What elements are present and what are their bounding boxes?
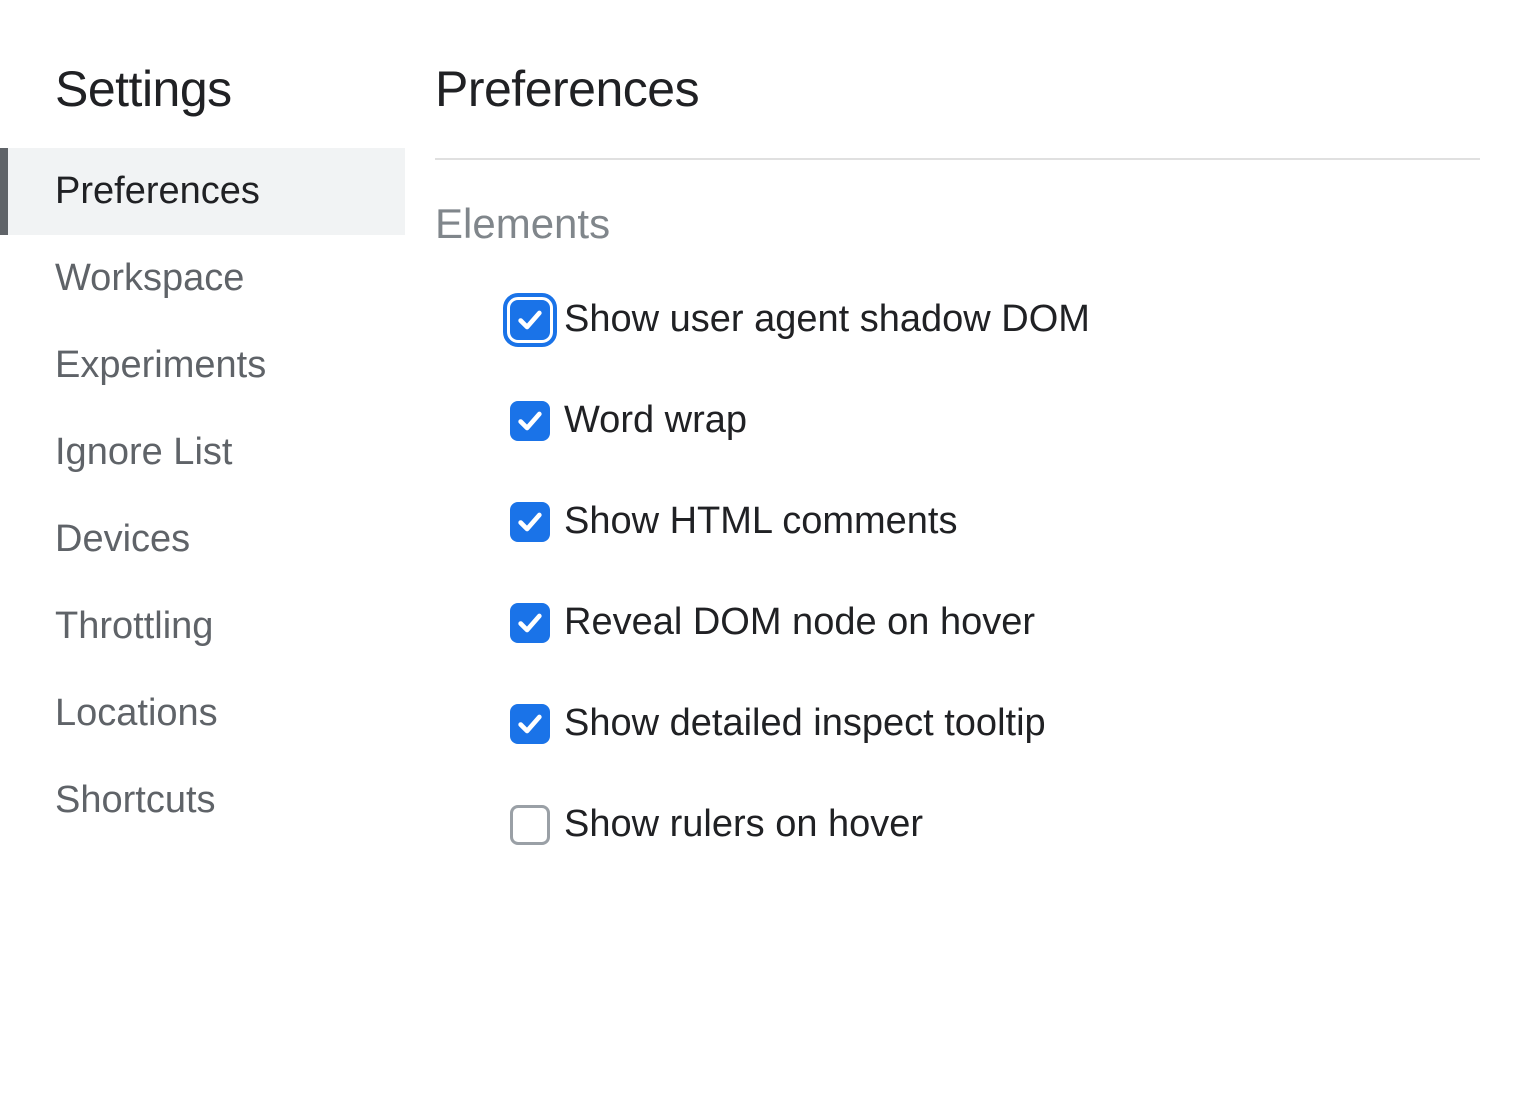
option-label: Show rulers on hover	[564, 803, 923, 846]
sidebar-item-label: Workspace	[55, 257, 244, 299]
option-show-user-agent-shadow-dom[interactable]: Show user agent shadow DOM	[435, 298, 1480, 341]
checkbox-icon[interactable]	[510, 805, 550, 845]
checkbox-icon[interactable]	[510, 603, 550, 643]
option-show-detailed-inspect-tooltip[interactable]: Show detailed inspect tooltip	[435, 702, 1480, 745]
option-word-wrap[interactable]: Word wrap	[435, 399, 1480, 442]
main-panel: Preferences Elements Show user agent sha…	[405, 0, 1520, 1110]
sidebar-item-label: Throttling	[55, 605, 213, 647]
option-show-rulers-on-hover[interactable]: Show rulers on hover	[435, 803, 1480, 846]
option-label: Reveal DOM node on hover	[564, 601, 1035, 644]
sidebar-item-label: Experiments	[55, 344, 266, 386]
sidebar-item-label: Preferences	[55, 170, 260, 212]
settings-title: Settings	[0, 60, 405, 148]
sidebar-item-preferences[interactable]: Preferences	[0, 148, 405, 235]
option-reveal-dom-node-on-hover[interactable]: Reveal DOM node on hover	[435, 601, 1480, 644]
sidebar-item-label: Ignore List	[55, 431, 232, 473]
checkbox-icon[interactable]	[510, 502, 550, 542]
sidebar-item-label: Locations	[55, 692, 218, 734]
page-title: Preferences	[435, 60, 1480, 158]
checkbox-icon[interactable]	[510, 300, 550, 340]
sidebar-item-locations[interactable]: Locations	[0, 670, 405, 757]
checkbox-icon[interactable]	[510, 401, 550, 441]
settings-sidebar: Settings Preferences Workspace Experimen…	[0, 0, 405, 1110]
sidebar-item-throttling[interactable]: Throttling	[0, 583, 405, 670]
sidebar-item-label: Shortcuts	[55, 779, 216, 821]
option-label: Word wrap	[564, 399, 747, 442]
option-label: Show user agent shadow DOM	[564, 298, 1090, 341]
sidebar-item-workspace[interactable]: Workspace	[0, 235, 405, 322]
section-elements-title: Elements	[435, 200, 1480, 248]
option-label: Show detailed inspect tooltip	[564, 702, 1046, 745]
sidebar-item-experiments[interactable]: Experiments	[0, 322, 405, 409]
sidebar-item-label: Devices	[55, 518, 190, 560]
sidebar-item-devices[interactable]: Devices	[0, 496, 405, 583]
sidebar-item-ignore-list[interactable]: Ignore List	[0, 409, 405, 496]
sidebar-item-shortcuts[interactable]: Shortcuts	[0, 757, 405, 844]
checkbox-icon[interactable]	[510, 704, 550, 744]
option-show-html-comments[interactable]: Show HTML comments	[435, 500, 1480, 543]
divider	[435, 158, 1480, 160]
option-label: Show HTML comments	[564, 500, 957, 543]
